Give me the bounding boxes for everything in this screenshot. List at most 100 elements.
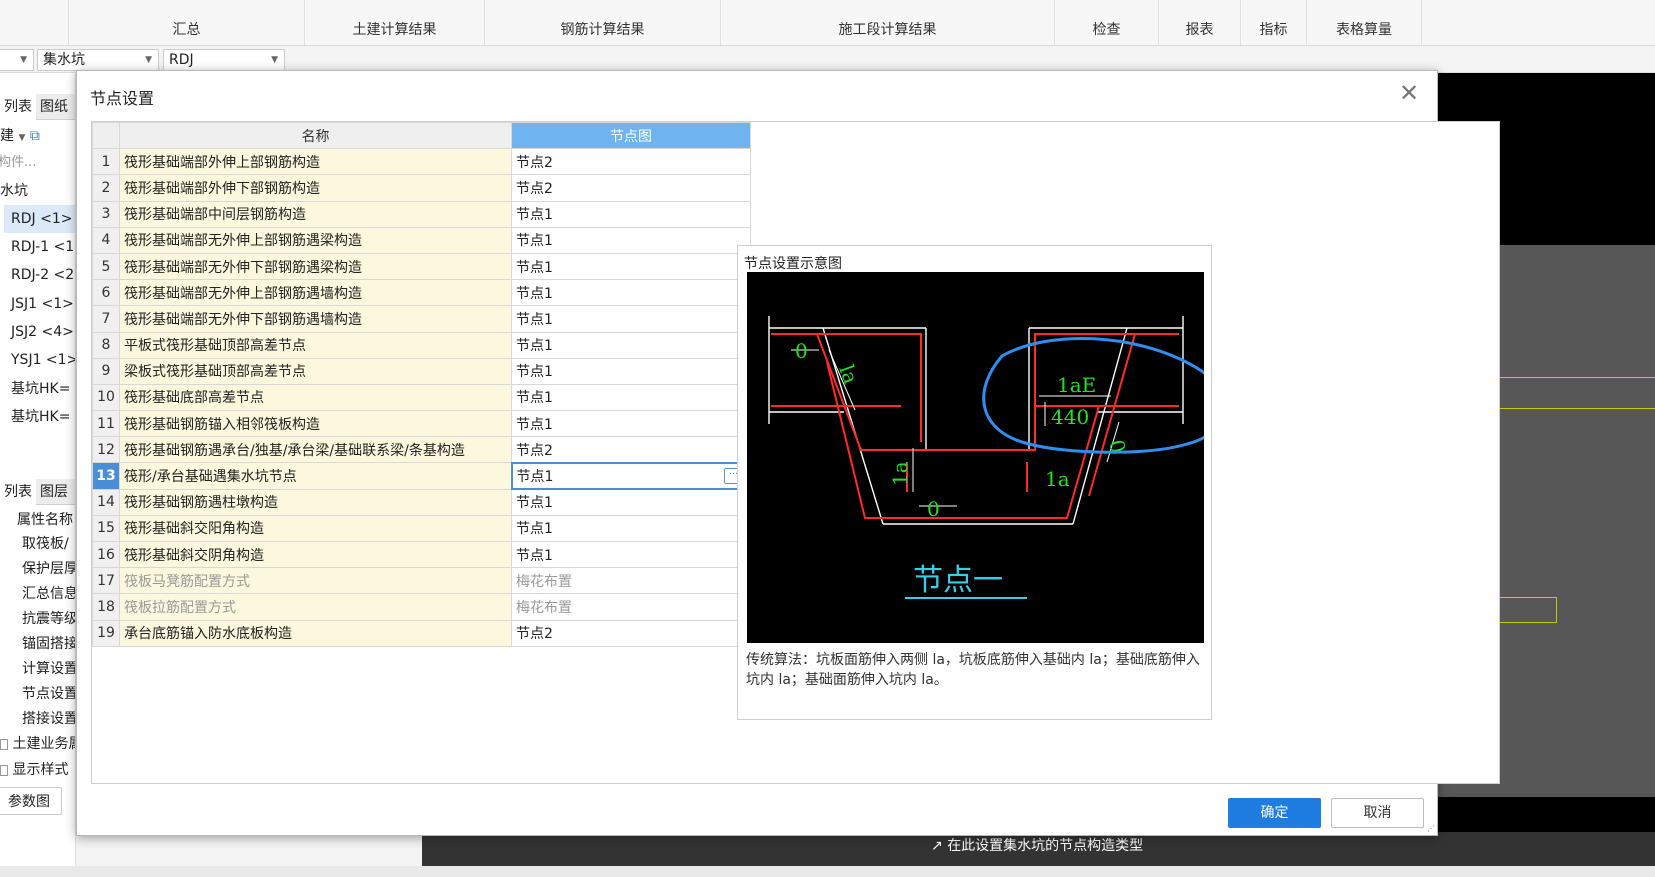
tab-drawing[interactable]: 图纸: [36, 94, 72, 120]
node-name-cell[interactable]: 筏形基础端部外伸上部钢筋构造: [119, 148, 512, 176]
tab-segment-results[interactable]: 施工段计算结果: [720, 0, 1054, 46]
tab-component-list[interactable]: 列表: [0, 94, 36, 120]
close-icon[interactable]: ✕: [1395, 79, 1423, 107]
node-name-cell[interactable]: 承台底筋锚入防水底板构造: [119, 619, 512, 647]
tab-rebar-results[interactable]: 钢筋计算结果: [484, 0, 720, 46]
list-item[interactable]: YSJ1 <1>: [11, 346, 75, 374]
table-row[interactable]: 19 承台底筋锚入防水底板构造 节点2: [92, 619, 751, 647]
tab-table-calc[interactable]: 表格算量: [1306, 0, 1422, 46]
node-value-cell[interactable]: 节点1: [511, 488, 751, 516]
table-row[interactable]: 10 筏形基础底部高差节点 节点1: [92, 383, 751, 412]
table-row[interactable]: 4 筏形基础端部无外伸上部钢筋遇梁构造 节点1: [92, 226, 751, 254]
node-name-cell[interactable]: 筏板拉筋配置方式: [119, 593, 512, 621]
node-name-cell[interactable]: 筏形基础端部无外伸上部钢筋遇墙构造: [119, 279, 512, 307]
table-row[interactable]: 16 筏形基础斜交阴角构造 节点1: [92, 540, 751, 569]
table-row[interactable]: 14 筏形基础钢筋遇柱墩构造 节点1: [92, 488, 751, 516]
node-name-cell[interactable]: 平板式筏形基础顶部高差节点: [119, 331, 512, 359]
node-value-cell[interactable]: 节点1: [511, 305, 751, 333]
node-value-cell[interactable]: 节点2: [511, 148, 751, 176]
table-row[interactable]: 13 筏形/承台基础遇集水坑节点 节点1 ···: [92, 461, 752, 491]
list-item[interactable]: JSJ2 <4>: [11, 318, 74, 346]
civil-attrs-toggle[interactable]: 土建业务属性: [0, 730, 75, 758]
property-row[interactable]: 保护层厚: [22, 555, 75, 583]
node-value-cell[interactable]: 节点1: [511, 200, 751, 228]
new-component-button[interactable]: 建 ▼ ⧉: [0, 122, 40, 150]
floor-select[interactable]: ▼: [0, 49, 34, 71]
node-value-cell[interactable]: 梅花布置: [511, 567, 751, 595]
node-name-cell[interactable]: 筏形基础端部无外伸下部钢筋遇墙构造: [119, 305, 512, 333]
tab-layer[interactable]: 图层: [36, 479, 72, 505]
cancel-button[interactable]: 取消: [1331, 798, 1424, 828]
ok-button[interactable]: 确定: [1228, 798, 1321, 828]
param-diagram-button[interactable]: 参数图: [0, 787, 62, 815]
node-name-cell[interactable]: 梁板式筏形基础顶部高差节点: [119, 357, 512, 385]
table-row[interactable]: 12 筏形基础钢筋遇承台/独基/承台梁/基础联系梁/条基构造 节点2: [92, 436, 751, 464]
search-component-input[interactable]: 构件...: [0, 149, 36, 177]
node-name-cell[interactable]: 筏形基础斜交阴角构造: [119, 540, 512, 569]
property-row[interactable]: 锚固搭接: [22, 630, 75, 658]
list-item[interactable]: RDJ-2 <2>: [11, 261, 75, 289]
tab-report[interactable]: 报表: [1158, 0, 1240, 46]
tab-index[interactable]: 指标: [1240, 0, 1306, 46]
node-name-cell[interactable]: 筏形基础端部无外伸下部钢筋遇梁构造: [119, 252, 512, 281]
node-value-cell[interactable]: 节点1: [511, 226, 751, 254]
node-name-cell[interactable]: 筏形/承台基础遇集水坑节点: [119, 462, 512, 490]
component-type-select[interactable]: 集水坑 ▼: [37, 49, 159, 71]
property-row[interactable]: 搭接设置: [22, 705, 75, 733]
table-row[interactable]: 2 筏形基础端部外伸下部钢筋构造 节点2: [92, 174, 751, 202]
node-name-cell[interactable]: 筏形基础端部无外伸上部钢筋遇梁构造: [119, 226, 512, 254]
tab-property-list[interactable]: 列表: [0, 479, 36, 505]
list-item[interactable]: RDJ-1 <1>: [11, 233, 75, 261]
node-name-cell[interactable]: 筏形基础端部中间层钢筋构造: [119, 200, 512, 228]
node-value-cell[interactable]: 梅花布置: [511, 593, 751, 621]
table-row[interactable]: 11 筏形基础钢筋锚入相邻筏板构造 节点1: [92, 410, 751, 438]
table-row[interactable]: 15 筏形基础斜交阳角构造 节点1: [92, 514, 751, 543]
node-value-cell[interactable]: 节点1: [511, 357, 751, 385]
node-value-cell[interactable]: 节点1: [511, 331, 751, 359]
list-item[interactable]: 基坑HK=: [11, 375, 70, 403]
tab-check[interactable]: 检查: [1054, 0, 1158, 46]
node-value-cell[interactable]: 节点1: [511, 252, 751, 281]
tab-civil-results[interactable]: 土建计算结果: [304, 0, 484, 46]
node-value-cell[interactable]: 节点1 ···: [510, 461, 752, 491]
node-value-cell[interactable]: 节点1: [511, 514, 751, 543]
node-value-cell[interactable]: 节点2: [511, 436, 751, 464]
component-select[interactable]: RDJ ▼: [163, 49, 285, 71]
name-column-header[interactable]: 名称: [119, 121, 512, 150]
node-name-cell[interactable]: 筏形基础斜交阳角构造: [119, 514, 512, 543]
list-item[interactable]: RDJ <1>: [4, 205, 75, 233]
table-row[interactable]: 6 筏形基础端部无外伸上部钢筋遇墙构造 节点1: [92, 279, 751, 307]
node-name-cell[interactable]: 筏形基础钢筋锚入相邻筏板构造: [119, 410, 512, 438]
resize-grip-icon[interactable]: ⋰: [1427, 824, 1435, 833]
node-value-cell[interactable]: 节点1: [511, 383, 751, 412]
property-row[interactable]: 汇总信息: [22, 580, 75, 608]
table-row[interactable]: 5 筏形基础端部无外伸下部钢筋遇梁构造 节点1: [92, 252, 751, 281]
node-name-cell[interactable]: 筏板马凳筋配置方式: [119, 567, 512, 595]
table-row[interactable]: 7 筏形基础端部无外伸下部钢筋遇墙构造 节点1: [92, 305, 751, 333]
node-name-cell[interactable]: 筏形基础端部外伸下部钢筋构造: [119, 174, 512, 202]
table-row[interactable]: 17 筏板马凳筋配置方式 梅花布置: [92, 567, 751, 595]
node-value-cell[interactable]: 节点2: [511, 619, 751, 647]
node-column-header[interactable]: 节点图: [511, 121, 751, 150]
node-value-cell[interactable]: 节点1: [511, 410, 751, 438]
property-row[interactable]: 取筏板/: [22, 530, 69, 558]
node-name-cell[interactable]: 筏形基础钢筋遇承台/独基/承台梁/基础联系梁/条基构造: [119, 436, 512, 464]
node-value-cell[interactable]: 节点2: [511, 174, 751, 202]
table-row[interactable]: 18 筏板拉筋配置方式 梅花布置: [92, 593, 751, 621]
property-row[interactable]: 节点设置: [22, 680, 75, 708]
list-item[interactable]: 基坑HK=: [11, 403, 70, 431]
table-row[interactable]: 9 梁板式筏形基础顶部高差节点 节点1: [92, 357, 751, 385]
tab-summary[interactable]: 汇总: [68, 0, 304, 46]
display-style-toggle[interactable]: 显示样式: [0, 756, 68, 784]
property-row[interactable]: 抗震等级: [22, 605, 75, 633]
group-sump[interactable]: 水坑: [0, 177, 28, 205]
table-row[interactable]: 1 筏形基础端部外伸上部钢筋构造 节点2: [92, 148, 751, 176]
node-value-cell[interactable]: 节点1: [511, 279, 751, 307]
node-name-cell[interactable]: 筏形基础底部高差节点: [119, 383, 512, 412]
node-value-cell[interactable]: 节点1: [511, 540, 751, 569]
list-item[interactable]: JSJ1 <1>: [11, 290, 74, 318]
node-name-cell[interactable]: 筏形基础钢筋遇柱墩构造: [119, 488, 512, 516]
table-row[interactable]: 8 平板式筏形基础顶部高差节点 节点1: [92, 331, 751, 359]
property-row[interactable]: 计算设置: [22, 655, 75, 683]
table-row[interactable]: 3 筏形基础端部中间层钢筋构造 节点1: [92, 200, 751, 228]
